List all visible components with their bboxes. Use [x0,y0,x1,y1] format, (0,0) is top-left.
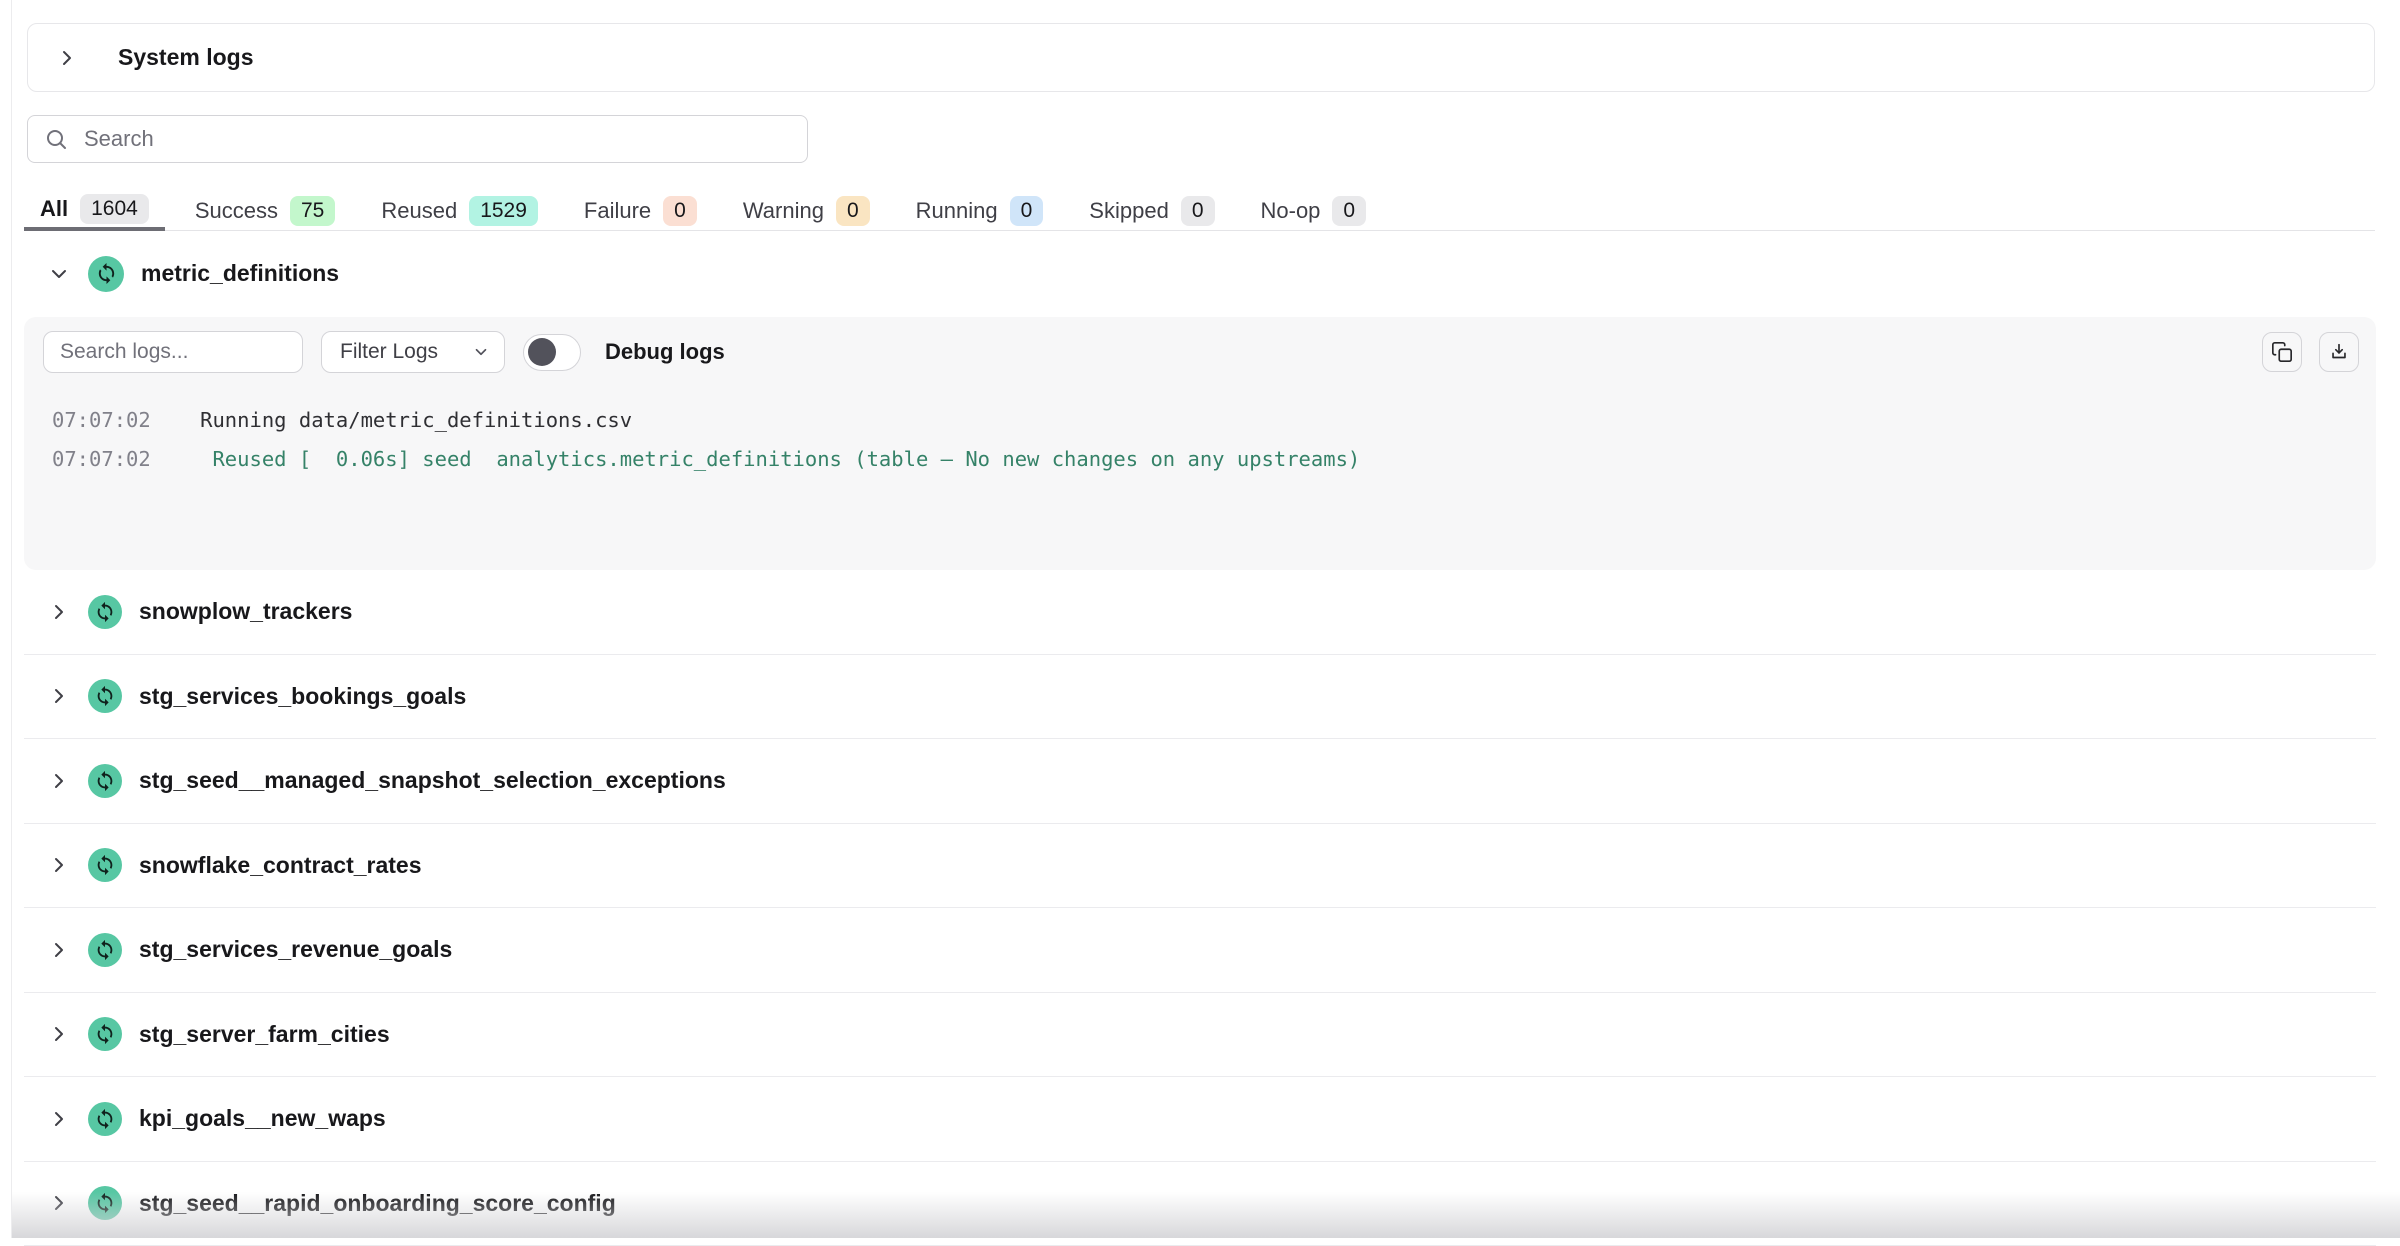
collapsed-item-row-stg_services_bookings_goals[interactable]: stg_services_bookings_goals [24,655,2376,740]
copy-logs-button[interactable] [2262,332,2302,372]
search-box[interactable] [27,115,808,163]
filter-logs-label: Filter Logs [340,340,438,364]
download-icon [2328,341,2350,363]
collapsed-item-name: kpi_goals__new_waps [139,1105,386,1132]
expanded-item-name: metric_definitions [141,260,339,287]
copy-icon [2271,341,2293,363]
debug-logs-toggle[interactable] [523,334,581,371]
tab-no-op[interactable]: No-op 0 [1245,190,1383,231]
expanded-item-row[interactable]: metric_definitions [24,231,2375,316]
collapsed-item-list: snowplow_trackers stg_services_bookings_… [24,570,2376,1246]
tab-count-badge: 0 [836,196,870,226]
log-timestamp: 07:07:02 [52,447,151,471]
tab-running[interactable]: Running 0 [900,190,1060,231]
collapsed-item-name: stg_server_farm_cities [139,1021,390,1048]
collapsed-item-row-stg_seed__managed_snapshot_selection_exceptions[interactable]: stg_seed__managed_snapshot_selection_exc… [24,739,2376,824]
toggle-knob [528,338,556,366]
chevron-down-icon [46,261,72,287]
tab-label: No-op [1261,198,1321,224]
collapsed-item-row-stg_services_revenue_goals[interactable]: stg_services_revenue_goals [24,908,2376,993]
system-logs-group[interactable]: System logs [27,23,2375,92]
collapsed-item-row-snowflake_contract_rates[interactable]: snowflake_contract_rates [24,824,2376,909]
tab-count-badge: 75 [290,196,335,226]
log-lines: 07:07:02 Running data/metric_definitions… [52,401,2356,479]
log-timestamp: 07:07:02 [52,408,151,432]
sync-reused-icon [88,595,122,629]
filter-logs-dropdown[interactable]: Filter Logs [321,331,505,373]
tab-reused[interactable]: Reused 1529 [365,190,554,231]
log-line: 07:07:02 Running data/metric_definitions… [52,401,2356,440]
chevron-right-icon [46,1021,72,1047]
left-edge-divider [11,0,12,1238]
system-logs-title: System logs [118,44,254,71]
log-message: Reused [ 0.06s] seed analytics.metric_de… [151,447,1361,471]
tab-count-badge: 0 [1010,196,1044,226]
chevron-right-icon [46,683,72,709]
log-search-input[interactable] [43,331,303,373]
tab-label: Skipped [1089,198,1169,224]
tab-count-badge: 0 [1332,196,1366,226]
search-icon [44,127,68,151]
chevron-right-icon [46,599,72,625]
collapsed-item-row-stg_server_farm_cities[interactable]: stg_server_farm_cities [24,993,2376,1078]
tab-label: Reused [381,198,457,224]
debug-logs-label: Debug logs [605,339,725,365]
download-logs-button[interactable] [2319,332,2359,372]
collapsed-item-name: snowplow_trackers [139,598,352,625]
collapsed-item-row-snowplow_trackers[interactable]: snowplow_trackers [24,570,2376,655]
log-message: Running data/metric_definitions.csv [151,408,632,432]
collapsed-item-name: stg_seed__rapid_onboarding_score_config [139,1190,616,1217]
sync-reused-icon [88,1102,122,1136]
collapsed-item-row-kpi_goals__new_waps[interactable]: kpi_goals__new_waps [24,1077,2376,1162]
tab-skipped[interactable]: Skipped 0 [1073,190,1230,231]
chevron-right-icon [46,1190,72,1216]
sync-reused-icon [88,848,122,882]
collapsed-item-name: stg_services_bookings_goals [139,683,466,710]
collapsed-item-name: stg_seed__managed_snapshot_selection_exc… [139,767,726,794]
sync-reused-icon [88,1017,122,1051]
tab-count-badge: 1529 [469,196,538,226]
sync-reused-icon [88,933,122,967]
chevron-right-icon [54,45,80,71]
tab-count-badge: 0 [1181,196,1215,226]
tab-count-badge: 1604 [80,194,149,224]
chevron-right-icon [46,937,72,963]
tab-label: Success [195,198,278,224]
sync-reused-icon [88,679,122,713]
tab-count-badge: 0 [663,196,697,226]
tab-success[interactable]: Success 75 [179,190,352,231]
log-viewer-app: System logs All 1604 Success 75 Reused 1529 Fa… [0,0,2400,1238]
chevron-down-icon [472,343,490,361]
chevron-right-icon [46,1106,72,1132]
log-panel: Filter Logs Debug logs 07:07:02 Running … [24,317,2376,570]
sync-reused-icon [88,764,122,798]
tab-all[interactable]: All 1604 [24,190,165,231]
log-line: 07:07:02 Reused [ 0.06s] seed analytics.… [52,440,2356,479]
chevron-right-icon [46,768,72,794]
tab-label: Failure [584,198,651,224]
collapsed-item-row-stg_seed__rapid_onboarding_score_config[interactable]: stg_seed__rapid_onboarding_score_config [24,1162,2376,1246]
chevron-right-icon [46,852,72,878]
tab-label: Warning [743,198,824,224]
tab-failure[interactable]: Failure 0 [568,190,713,231]
sync-reused-icon [88,256,124,292]
collapsed-item-name: stg_services_revenue_goals [139,936,452,963]
sync-reused-icon [88,1186,122,1220]
collapsed-item-name: snowflake_contract_rates [139,852,422,879]
tab-warning[interactable]: Warning 0 [727,190,886,231]
tab-label: All [40,196,68,222]
search-input[interactable] [82,125,791,153]
log-toolbar: Filter Logs Debug logs [43,331,2359,373]
tab-label: Running [916,198,998,224]
status-tabs: All1604Success75Reused1529Failure0Warnin… [24,190,2375,231]
